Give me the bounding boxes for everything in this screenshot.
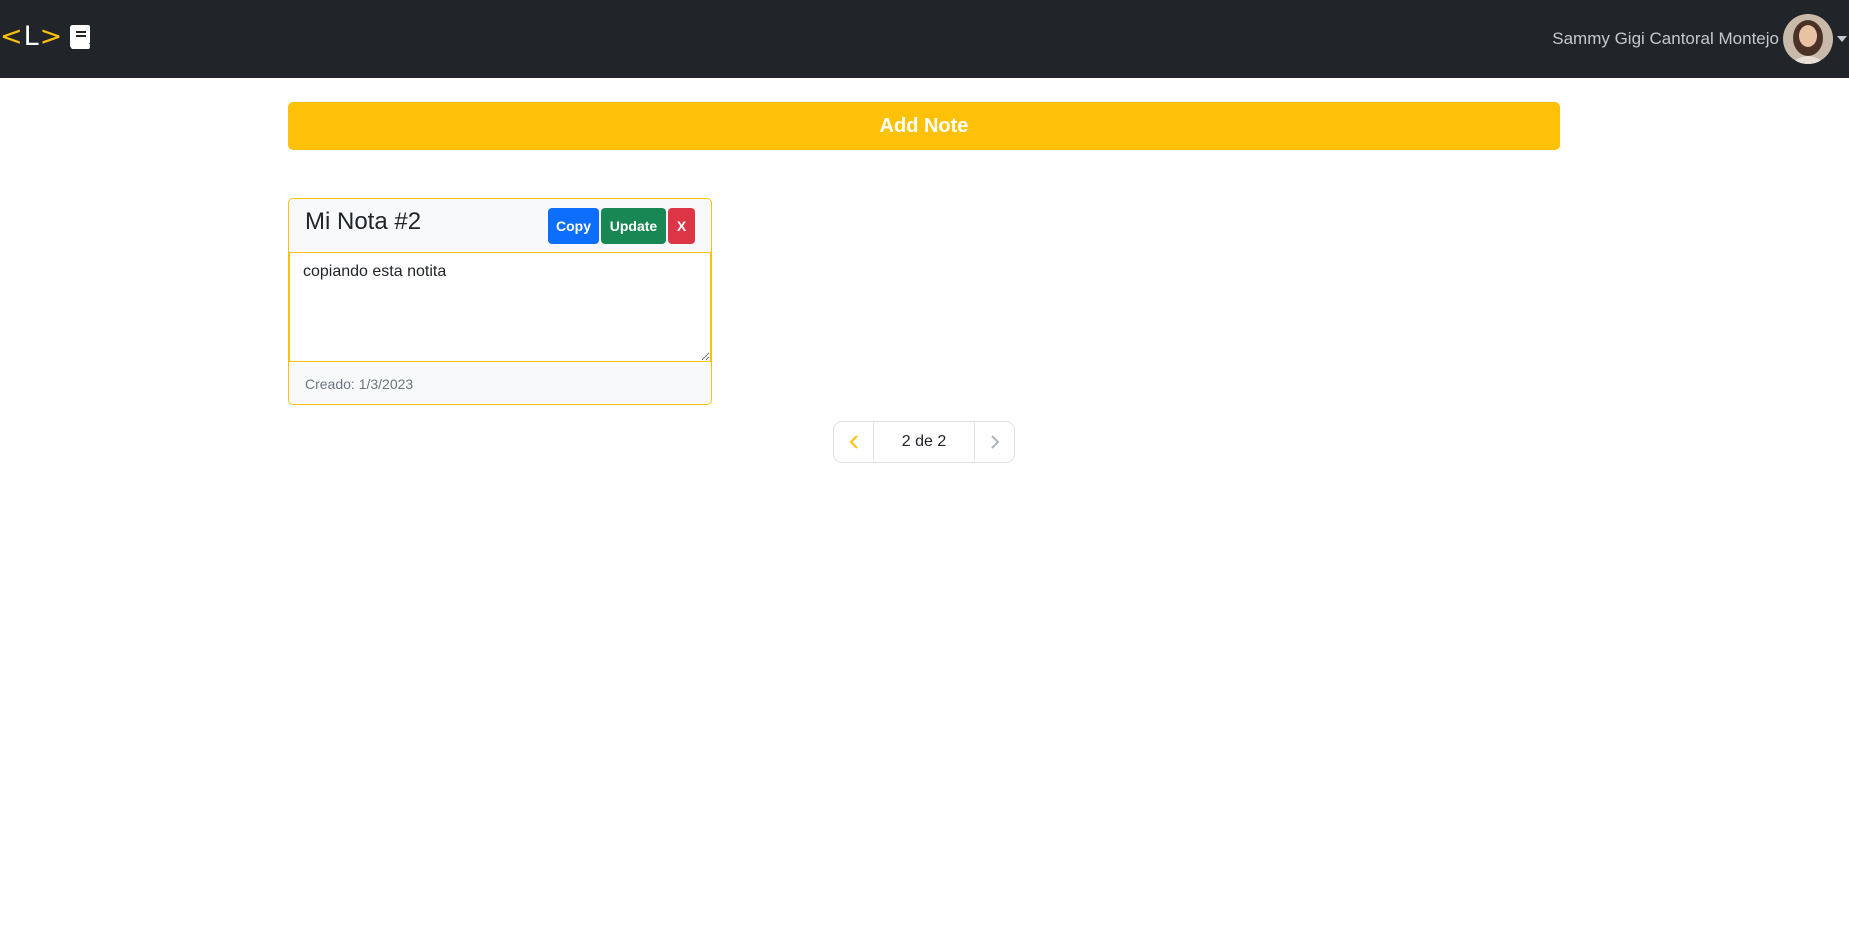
note-card-header: Mi Nota #2 Copy Update X <box>289 199 711 253</box>
chevron-right-icon <box>990 435 999 449</box>
user-menu[interactable]: Sammy Gigi Cantoral Montejo <box>1552 12 1849 66</box>
book-icon <box>70 25 91 49</box>
page-indicator: 2 de 2 <box>901 433 947 450</box>
note-title: Mi Nota #2 <box>305 208 422 235</box>
brand-text: <L> <box>0 21 64 52</box>
next-page-button[interactable] <box>974 422 1014 462</box>
navbar: <L> Sammy Gigi Cantoral Montejo <box>0 0 1849 78</box>
note-card: Mi Nota #2 Copy Update X copiando esta n… <box>288 198 712 405</box>
note-actions: Copy Update X <box>548 208 695 244</box>
pagination: 2 de 2 <box>833 421 1015 463</box>
note-card-footer: Creado: 1/3/2023 <box>289 363 711 404</box>
copy-button[interactable]: Copy <box>548 208 599 244</box>
update-button[interactable]: Update <box>601 208 666 244</box>
chevron-left-icon <box>849 435 858 449</box>
prev-page-button[interactable] <box>834 422 874 462</box>
avatar[interactable] <box>1783 14 1833 64</box>
delete-button[interactable]: X <box>668 208 695 244</box>
avatar-image <box>1783 14 1833 64</box>
caret-down-icon[interactable] <box>1837 36 1847 42</box>
user-name: Sammy Gigi Cantoral Montejo <box>1552 29 1779 48</box>
add-note-button[interactable]: Add Note <box>288 102 1560 150</box>
created-date: Creado: 1/3/2023 <box>305 376 414 392</box>
note-content-textarea[interactable]: copiando esta notita <box>289 252 711 362</box>
brand-logo[interactable]: <L> <box>0 22 91 52</box>
